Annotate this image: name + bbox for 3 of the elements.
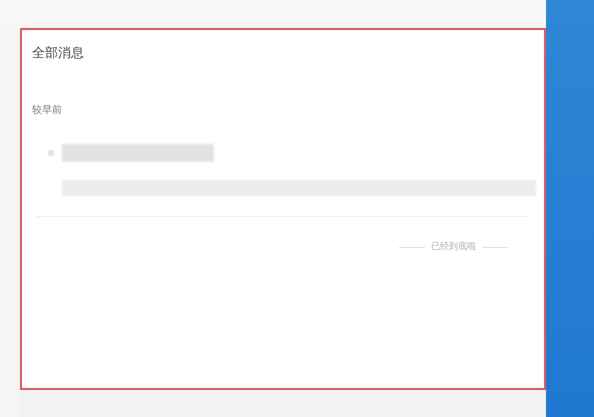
end-note: 已经到底啦: [431, 241, 476, 254]
section-heading: 较早前: [32, 105, 62, 116]
panel-title: 全部消息: [32, 46, 84, 61]
